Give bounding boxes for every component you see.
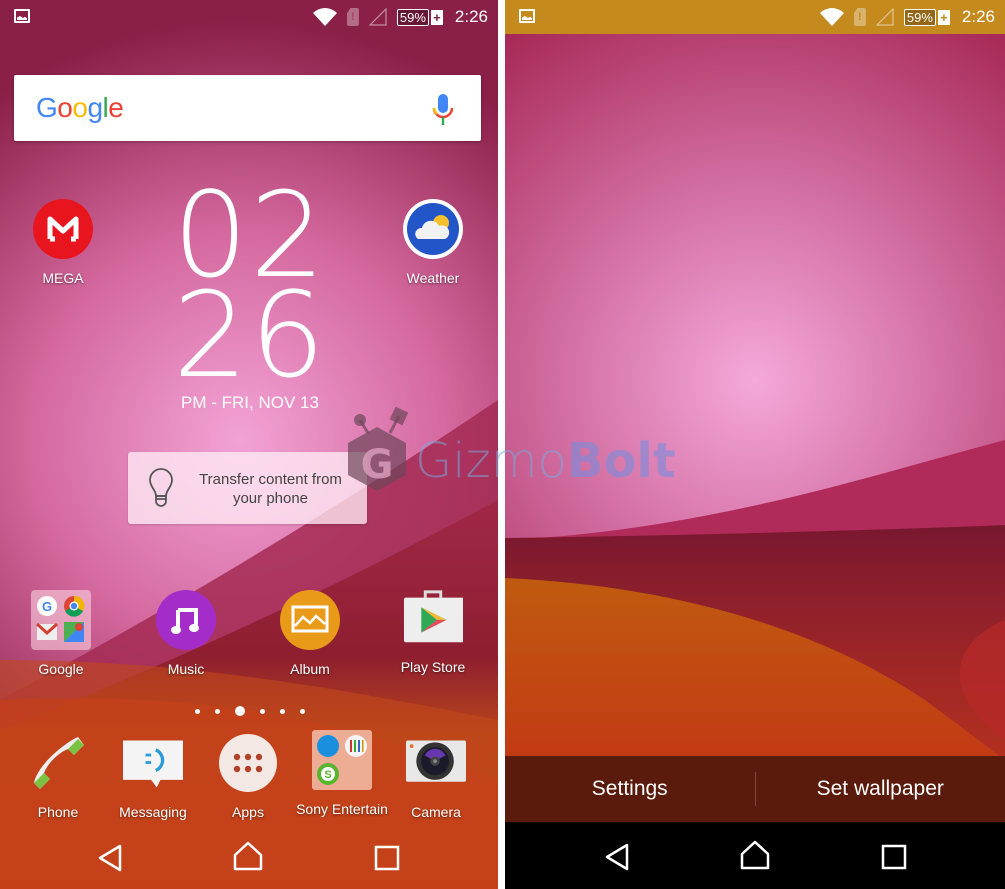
clock-widget[interactable]: 02 26 PM - FRI, NOV 13 <box>150 176 350 413</box>
sim-alert-icon: ! <box>346 8 359 26</box>
page-dot[interactable] <box>280 708 285 714</box>
page-dot[interactable] <box>260 708 265 714</box>
gallery-notification-icon <box>519 9 535 23</box>
transfer-tip-card[interactable]: Transfer content from your phone <box>128 452 367 524</box>
page-dot[interactable] <box>195 708 200 714</box>
page-dot-active[interactable] <box>235 706 245 716</box>
app-label: Play Store <box>400 659 466 675</box>
page-dot[interactable] <box>215 708 220 714</box>
app-label: MEGA <box>42 270 84 286</box>
battery-percent: 59% <box>903 8 936 26</box>
back-icon[interactable] <box>96 843 126 873</box>
google-logo: Google <box>36 92 124 123</box>
sim-alert-icon: ! <box>853 8 866 26</box>
status-time: 2:26 <box>961 7 995 26</box>
battery-percent: 59% <box>396 8 429 26</box>
svg-text:S: S <box>324 769 331 781</box>
tip-text: Transfer content from your phone <box>199 471 342 507</box>
home-icon[interactable] <box>740 840 770 870</box>
app-google-folder[interactable]: G Google <box>6 590 116 677</box>
battery-icon: 59% + <box>903 8 950 26</box>
home-screen: ! 59% + 2:26 Google MEGA Weather 02 26 P… <box>0 0 498 889</box>
wifi-icon <box>312 8 337 26</box>
settings-button[interactable]: Settings <box>505 777 755 801</box>
weather-icon <box>403 199 463 259</box>
dock-phone[interactable]: Phone <box>3 733 113 820</box>
recents-icon[interactable] <box>879 842 909 872</box>
signal-icon <box>875 8 894 26</box>
status-time: 2:26 <box>454 7 488 26</box>
status-bar: ! 59% + 2:26 <box>0 0 498 34</box>
app-label: Phone <box>37 804 79 820</box>
page-indicator <box>195 706 305 716</box>
app-label: Messaging <box>119 804 187 820</box>
app-play-store[interactable]: Play Store <box>378 588 488 675</box>
music-icon <box>156 590 216 650</box>
wallpaper-preview-screen: ! 59% + 2:26 Settings Set wallpaper <box>505 0 1005 889</box>
recents-icon[interactable] <box>372 843 402 873</box>
google-folder-icon: G <box>31 590 91 650</box>
clock-minutes: 26 <box>172 266 328 404</box>
set-wallpaper-button[interactable]: Set wallpaper <box>756 777 1005 801</box>
status-bar: ! 59% + 2:26 <box>505 0 1005 34</box>
navigation-bar <box>505 822 1005 889</box>
gallery-notification-icon <box>14 9 30 23</box>
app-label: Music <box>167 661 205 677</box>
app-weather[interactable]: Weather <box>378 199 488 286</box>
play-store-icon <box>403 590 464 643</box>
panel-divider <box>498 0 505 889</box>
apps-icon <box>219 734 277 792</box>
home-icon[interactable] <box>233 841 263 871</box>
battery-icon: 59% + <box>396 8 443 26</box>
lightbulb-icon <box>149 468 173 507</box>
charging-indicator: + <box>937 9 950 25</box>
album-icon <box>280 590 340 650</box>
messaging-icon <box>123 740 183 788</box>
google-search-bar[interactable]: Google <box>14 75 481 141</box>
signal-icon <box>368 8 387 26</box>
sony-folder-icon: S <box>312 730 372 790</box>
page-dot[interactable] <box>300 708 305 714</box>
app-label: Weather <box>406 270 460 286</box>
app-label: Google <box>38 661 84 677</box>
svg-text:G: G <box>42 599 52 614</box>
mega-icon <box>33 199 93 259</box>
wifi-icon <box>819 8 844 26</box>
dock-messaging[interactable]: Messaging <box>98 733 208 820</box>
app-label: Camera <box>411 804 461 820</box>
mic-icon[interactable] <box>431 93 455 127</box>
camera-icon <box>406 740 466 782</box>
app-music[interactable]: Music <box>131 590 241 677</box>
app-album[interactable]: Album <box>255 590 365 677</box>
back-icon[interactable] <box>603 842 633 872</box>
phone-icon <box>34 737 84 789</box>
app-label: Album <box>290 661 330 677</box>
app-mega[interactable]: MEGA <box>8 199 118 286</box>
wallpaper-action-bar: Settings Set wallpaper <box>505 756 1005 822</box>
dock-camera[interactable]: Camera <box>381 733 491 820</box>
charging-indicator: + <box>430 9 443 25</box>
